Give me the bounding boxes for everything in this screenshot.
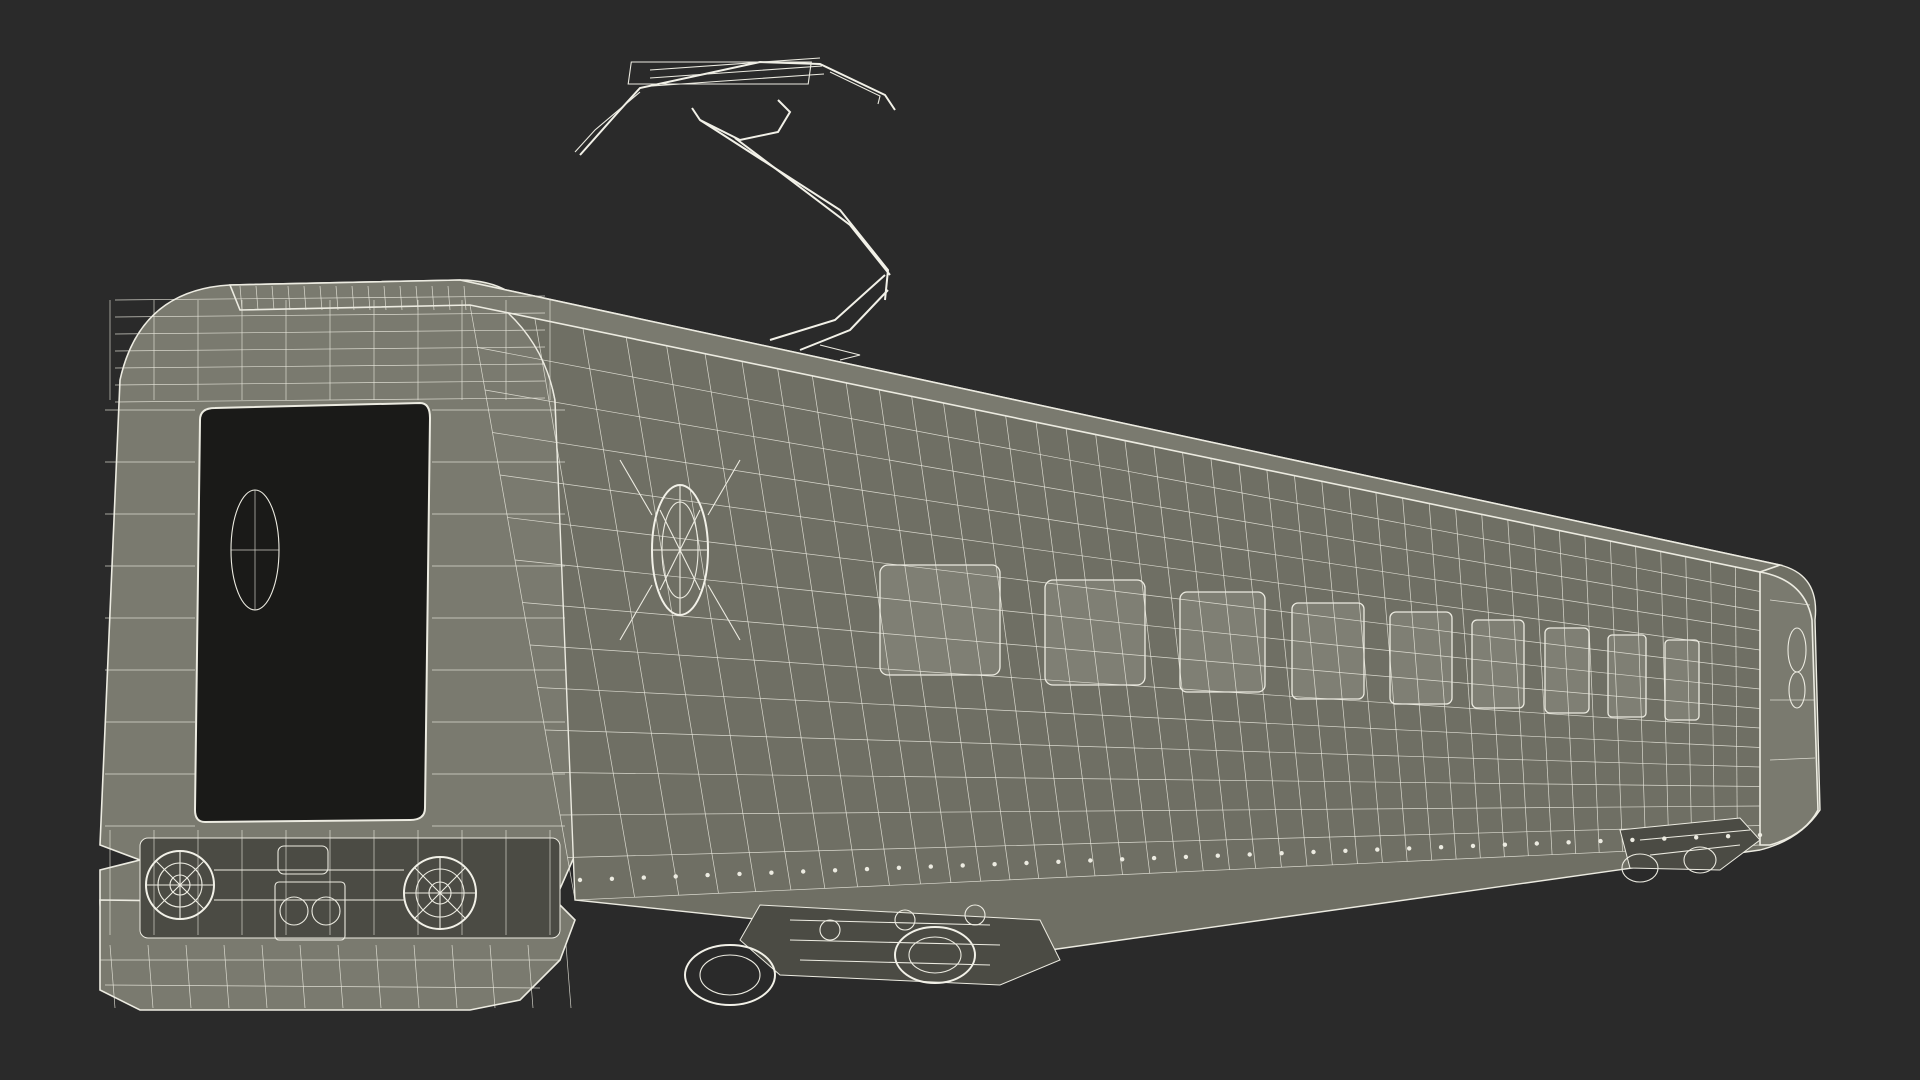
- rivet: [737, 871, 742, 877]
- rivet: [673, 874, 678, 879]
- rivet: [960, 863, 965, 868]
- rivet: [992, 862, 997, 867]
- rivet: [1630, 837, 1635, 843]
- rivet: [832, 868, 838, 873]
- rivet: [577, 877, 583, 883]
- rivet: [1566, 840, 1571, 845]
- rear-end: [1759, 571, 1819, 846]
- rivet: [896, 865, 902, 870]
- mid-bogies: [684, 904, 1061, 1006]
- rivet: [1662, 836, 1667, 841]
- rear-bogie: [1619, 817, 1761, 883]
- rivet: [801, 869, 806, 874]
- rivet: [1056, 859, 1061, 864]
- rivet: [1343, 848, 1348, 853]
- rivet: [1375, 847, 1380, 852]
- rivet: [1407, 846, 1412, 851]
- rivet: [1470, 843, 1476, 849]
- rivet: [1694, 835, 1699, 840]
- render-viewport: [0, 0, 1920, 1080]
- rivet: [1215, 853, 1221, 858]
- tram-wireframe-render: [99, 57, 1821, 1011]
- rivet: [769, 870, 774, 875]
- rivet: [1534, 841, 1540, 846]
- mesh-line: [565, 944, 572, 1009]
- rivet: [1024, 860, 1029, 866]
- rivet: [1725, 834, 1731, 839]
- rivet: [928, 864, 933, 869]
- rivet: [609, 876, 615, 881]
- rivet: [864, 866, 870, 872]
- rivet: [641, 875, 646, 880]
- rivet: [1598, 838, 1603, 844]
- rivet: [1279, 851, 1284, 856]
- rivet: [1757, 832, 1763, 838]
- rivet: [1183, 854, 1189, 860]
- rivet: [1311, 849, 1316, 855]
- rivet: [1151, 855, 1157, 861]
- rivet: [1502, 842, 1508, 847]
- rivet: [1247, 852, 1252, 857]
- rivet: [705, 872, 710, 878]
- rivet: [1120, 857, 1125, 862]
- rivet: [1438, 845, 1444, 850]
- rivet: [1088, 858, 1093, 863]
